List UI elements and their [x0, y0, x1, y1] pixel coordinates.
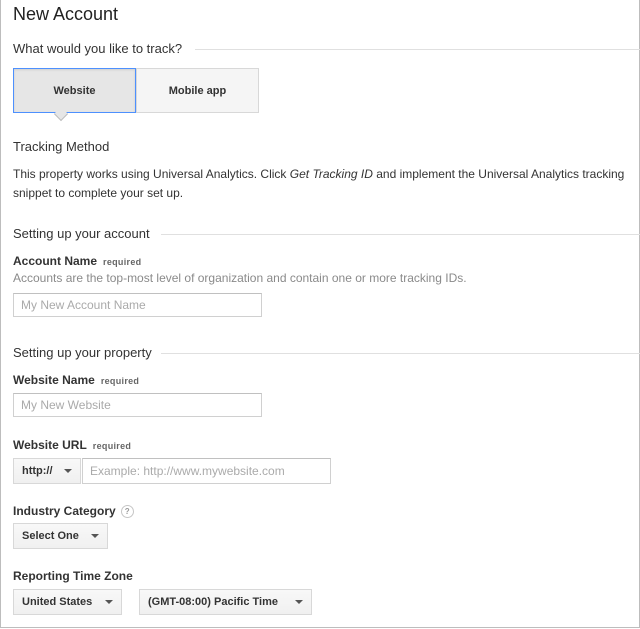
industry-category-label: Industry Category?: [13, 504, 134, 518]
page-title: New Account: [13, 4, 119, 24]
property-heading: Setting up your property: [13, 345, 152, 360]
time-zone-value: (GMT-08:00) Pacific Time: [148, 596, 279, 608]
website-url-label-text: Website URL: [13, 438, 87, 452]
website-option-button[interactable]: Website: [13, 68, 136, 113]
chevron-down-icon: [105, 600, 113, 604]
website-url-input[interactable]: Example: http://www.mywebsite.com: [82, 458, 331, 484]
website-name-label: Website Name required: [13, 373, 139, 387]
mobile-app-option-button[interactable]: Mobile app: [136, 68, 259, 113]
track-type-toggle: Website Mobile app: [13, 68, 259, 113]
help-icon[interactable]: ?: [120, 505, 134, 518]
required-marker: required: [92, 441, 132, 451]
account-name-label: Account Name required: [13, 254, 141, 268]
property-divider: [161, 353, 640, 354]
tracking-text-line2: snippet to complete your set up.: [13, 186, 184, 200]
industry-category-value: Select One: [22, 530, 79, 542]
account-name-input[interactable]: My New Account Name: [13, 293, 262, 317]
required-marker: required: [100, 376, 140, 386]
account-name-label-text: Account Name: [13, 254, 98, 268]
tracking-method-description: This property works using Universal Anal…: [13, 165, 640, 203]
website-name-input[interactable]: My New Website: [13, 393, 262, 417]
country-select[interactable]: United States: [13, 589, 122, 615]
chevron-down-icon: [295, 600, 303, 604]
tracking-method-heading: Tracking Method: [13, 139, 110, 154]
protocol-value: http://: [22, 465, 53, 477]
protocol-select[interactable]: http://: [13, 458, 81, 484]
industry-category-select[interactable]: Select One: [13, 523, 108, 549]
industry-category-label-text: Industry Category: [13, 504, 116, 518]
account-name-hint: Accounts are the top-most level of organ…: [13, 271, 467, 285]
chevron-down-icon: [64, 469, 72, 473]
website-url-label: Website URL required: [13, 438, 131, 452]
reporting-time-zone-label: Reporting Time Zone: [13, 569, 133, 583]
chevron-down-icon: [91, 534, 99, 538]
website-name-label-text: Website Name: [13, 373, 95, 387]
track-divider: [195, 49, 640, 50]
track-heading: What would you like to track?: [13, 41, 183, 56]
get-tracking-id-text: Get Tracking ID: [289, 167, 373, 181]
time-zone-select[interactable]: (GMT-08:00) Pacific Time: [139, 589, 312, 615]
country-value: United States: [22, 596, 93, 608]
account-divider: [161, 234, 640, 235]
account-heading: Setting up your account: [13, 226, 150, 241]
tracking-text-before: This property works using Universal Anal…: [13, 167, 290, 181]
required-marker: required: [103, 257, 142, 267]
tracking-text-after: and implement the Universal Analytics tr…: [372, 167, 625, 181]
